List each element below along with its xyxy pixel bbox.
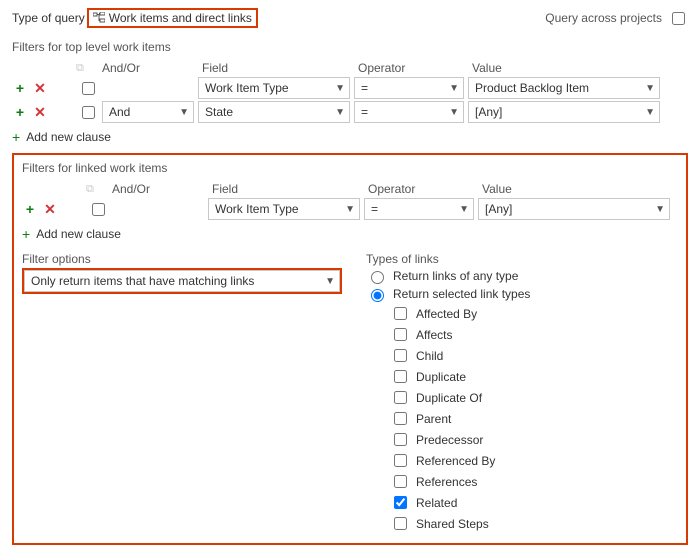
plus-icon: + <box>22 226 30 242</box>
header-andor: And/Or <box>102 61 202 75</box>
field-dropdown[interactable]: State▼ <box>198 101 350 123</box>
chevron-down-icon: ▼ <box>345 204 355 215</box>
field-dropdown[interactable]: Work Item Type▼ <box>198 77 350 99</box>
link-type-checkbox[interactable] <box>394 475 407 488</box>
clause-checkbox[interactable] <box>82 82 95 95</box>
chevron-down-icon: ▼ <box>179 107 189 118</box>
link-type-label: Affected By <box>416 307 477 321</box>
add-clause-button[interactable]: + <box>12 80 28 96</box>
link-type-checkbox[interactable] <box>394 370 407 383</box>
top-filters-title: Filters for top level work items <box>12 40 688 54</box>
radio-any-label: Return links of any type <box>393 269 518 283</box>
operator-dropdown[interactable]: =▼ <box>364 198 474 220</box>
link-type-label: Affects <box>416 328 452 342</box>
link-type-checkbox[interactable] <box>394 412 407 425</box>
link-type-label: Related <box>416 496 457 510</box>
link-type-label: Duplicate <box>416 370 466 384</box>
chevron-down-icon: ▼ <box>335 83 345 94</box>
header-operator: Operator <box>358 61 472 75</box>
radio-any-type[interactable] <box>371 271 384 284</box>
type-of-query-label: Type of query <box>12 11 85 25</box>
link-types-title: Types of links <box>366 252 678 266</box>
header-value: Value <box>482 182 678 196</box>
operator-dropdown[interactable]: =▼ <box>354 101 464 123</box>
link-type-label: Predecessor <box>416 433 483 447</box>
chevron-down-icon: ▼ <box>655 204 665 215</box>
remove-clause-button[interactable]: ✕ <box>32 104 48 120</box>
add-clause-button[interactable]: + <box>22 201 38 217</box>
header-andor: And/Or <box>112 182 212 196</box>
clause-row: + ✕ Work Item Type▼ =▼ Product Backlog I… <box>12 77 688 99</box>
link-type-label: References <box>416 475 477 489</box>
radio-selected-types[interactable] <box>371 289 384 302</box>
link-type-row: Duplicate Of <box>390 388 678 407</box>
link-type-label: Duplicate Of <box>416 391 482 405</box>
chevron-down-icon: ▼ <box>449 83 459 94</box>
radio-sel-label: Return selected link types <box>393 287 530 301</box>
chevron-down-icon: ▼ <box>645 83 655 94</box>
remove-clause-button[interactable]: ✕ <box>42 201 58 217</box>
chevron-down-icon: ▼ <box>325 276 335 287</box>
value-dropdown[interactable]: [Any]▼ <box>478 198 670 220</box>
link-type-checkbox[interactable] <box>394 391 407 404</box>
link-type-row: Parent <box>390 409 678 428</box>
query-type-selector[interactable]: Work items and direct links <box>87 8 258 28</box>
link-type-row: Referenced By <box>390 451 678 470</box>
link-type-row: Affected By <box>390 304 678 323</box>
link-type-row: Affects <box>390 325 678 344</box>
link-type-checkbox[interactable] <box>394 496 407 509</box>
clause-row: + ✕ And▼ State▼ =▼ [Any]▼ <box>12 101 688 123</box>
field-dropdown[interactable]: Work Item Type▼ <box>208 198 360 220</box>
link-type-checkbox[interactable] <box>394 349 407 362</box>
plus-icon: + <box>12 129 20 145</box>
link-type-row: Duplicate <box>390 367 678 386</box>
tree-icon <box>93 12 105 24</box>
group-icon: ⧉ <box>86 183 94 195</box>
group-icon: ⧉ <box>76 62 84 74</box>
chevron-down-icon: ▼ <box>335 107 345 118</box>
add-clause-button[interactable]: + <box>12 104 28 120</box>
query-across-checkbox[interactable] <box>672 12 685 25</box>
query-type-value: Work items and direct links <box>109 11 252 25</box>
link-type-label: Shared Steps <box>416 517 489 531</box>
header-field: Field <box>202 61 358 75</box>
link-type-row: Shared Steps <box>390 514 678 533</box>
header-operator: Operator <box>368 182 482 196</box>
link-type-checkbox[interactable] <box>394 433 407 446</box>
link-type-row: Related <box>390 493 678 512</box>
link-type-checkbox[interactable] <box>394 454 407 467</box>
filter-options-dropdown[interactable]: Only return items that have matching lin… <box>24 270 340 292</box>
chevron-down-icon: ▼ <box>449 107 459 118</box>
link-type-row: Child <box>390 346 678 365</box>
add-new-clause-link[interactable]: + Add new clause <box>22 226 678 242</box>
add-new-clause-link[interactable]: + Add new clause <box>12 129 688 145</box>
link-type-checkbox[interactable] <box>394 307 407 320</box>
operator-dropdown[interactable]: =▼ <box>354 77 464 99</box>
link-type-label: Referenced By <box>416 454 495 468</box>
link-type-label: Parent <box>416 412 451 426</box>
chevron-down-icon: ▼ <box>645 107 655 118</box>
andor-dropdown[interactable]: And▼ <box>102 101 194 123</box>
linked-filters-title: Filters for linked work items <box>22 161 678 175</box>
link-type-row: References <box>390 472 678 491</box>
value-dropdown[interactable]: [Any]▼ <box>468 101 660 123</box>
header-field: Field <box>212 182 368 196</box>
link-type-checkbox[interactable] <box>394 328 407 341</box>
chevron-down-icon: ▼ <box>459 204 469 215</box>
header-value: Value <box>472 61 668 75</box>
clause-checkbox[interactable] <box>92 203 105 216</box>
remove-clause-button[interactable]: ✕ <box>32 80 48 96</box>
link-type-label: Child <box>416 349 443 363</box>
link-type-row: Predecessor <box>390 430 678 449</box>
query-across-label: Query across projects <box>545 11 662 25</box>
clause-checkbox[interactable] <box>82 106 95 119</box>
value-dropdown[interactable]: Product Backlog Item▼ <box>468 77 660 99</box>
clause-row: + ✕ Work Item Type▼ =▼ [Any]▼ <box>22 198 678 220</box>
link-type-checkbox[interactable] <box>394 517 407 530</box>
filter-options-title: Filter options <box>22 252 342 266</box>
